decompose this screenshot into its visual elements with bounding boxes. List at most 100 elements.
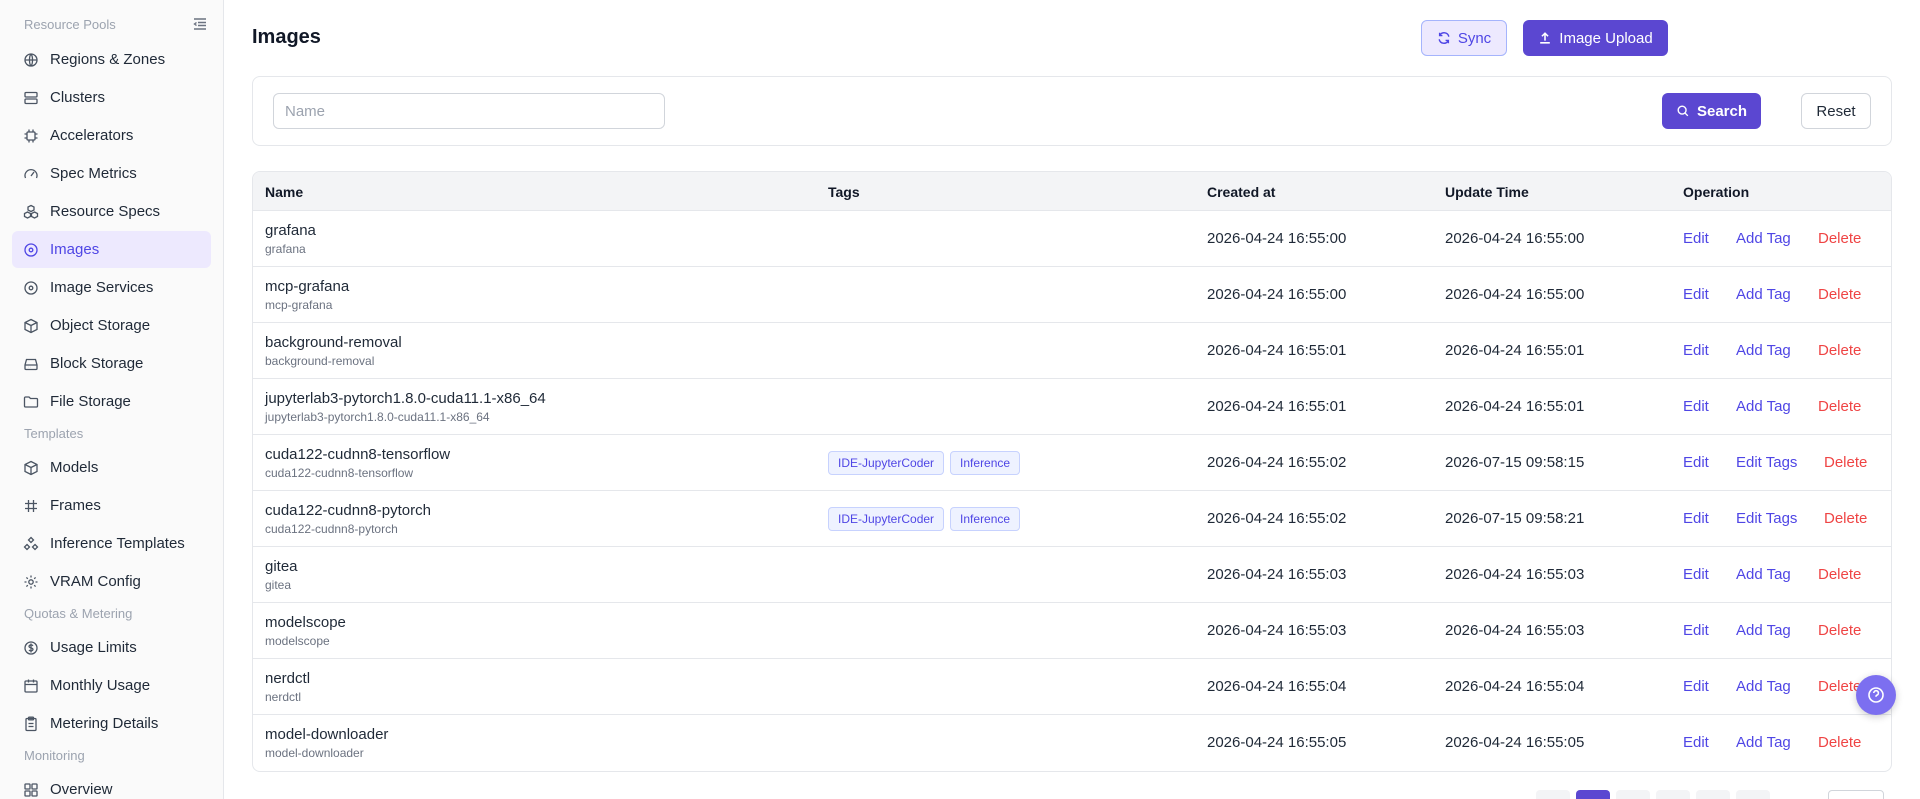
update-time: 2026-07-15 09:58:21 [1445,510,1585,527]
update-time: 2026-04-24 16:55:00 [1445,286,1585,303]
sidebar-item-images[interactable]: Images [12,231,211,268]
add-tag-button[interactable]: Add Tag [1736,734,1791,751]
search-label: Search [1696,102,1748,120]
add-tag-button[interactable]: Add Tag [1736,342,1791,359]
delete-button[interactable]: Delete [1818,230,1861,247]
edit-button[interactable]: Edit [1683,454,1709,471]
globe-icon [23,52,39,68]
edit-tags-button[interactable]: Edit Tags [1736,510,1797,527]
pagination-size-select[interactable] [1828,790,1884,799]
add-tag-button[interactable]: Add Tag [1736,398,1791,415]
sidebar-item-label: Clusters [50,89,106,106]
sidebar-item-clusters[interactable]: Clusters [12,79,211,116]
sidebar-item-accelerators[interactable]: Accelerators [12,117,211,154]
pagination-next-button[interactable] [1736,790,1770,799]
sidebar-item-spec-metrics[interactable]: Spec Metrics [12,155,211,192]
created-at: 2026-04-24 16:55:03 [1207,622,1347,639]
tag-list: IDE-JupyterCoder Inference [828,451,1021,475]
image-subname: background-removal [265,354,375,368]
edit-button[interactable]: Edit [1683,398,1709,415]
delete-button[interactable]: Delete [1824,510,1867,527]
sidebar-item-frames[interactable]: Frames [12,487,211,524]
sidebar-item-block-storage[interactable]: Block Storage [12,345,211,382]
table-header: Name Tags Created at Update Time Operati… [253,172,1891,211]
edit-button[interactable]: Edit [1683,230,1709,247]
delete-button[interactable]: Delete [1818,566,1861,583]
disc-icon [23,280,39,296]
tag-badge: Inference [950,451,1021,475]
sidebar-item-models[interactable]: Models [12,449,211,486]
reset-button[interactable]: Reset [1801,93,1871,129]
coin-icon [23,640,39,656]
table-row: mcp-grafana mcp-grafana 2026-04-24 16:55:0… [253,267,1891,323]
search-button[interactable]: Search [1662,93,1761,129]
edit-button[interactable]: Edit [1683,342,1709,359]
sidebar-item-regions-zones[interactable]: Regions & Zones [12,41,211,78]
edit-button[interactable]: Edit [1683,286,1709,303]
edit-button[interactable]: Edit [1683,566,1709,583]
sidebar-item-label: File Storage [50,393,131,410]
sync-button[interactable]: Sync [1421,20,1507,56]
edit-button[interactable]: Edit [1683,622,1709,639]
box-icon [23,460,39,476]
disc-icon [23,242,39,258]
created-at: 2026-04-24 16:55:01 [1207,398,1347,415]
created-at: 2026-04-24 16:55:02 [1207,454,1347,471]
gauge-icon [23,166,39,182]
add-tag-button[interactable]: Add Tag [1736,566,1791,583]
sidebar-collapse-icon[interactable] [192,16,208,32]
pagination-page-current[interactable] [1576,790,1610,799]
image-upload-button[interactable]: Image Upload [1523,20,1668,56]
tag-badge: Inference [950,507,1021,531]
pagination-page[interactable] [1616,790,1650,799]
delete-button[interactable]: Delete [1818,622,1861,639]
pagination-prev-button[interactable] [1536,790,1570,799]
help-button[interactable] [1856,675,1896,715]
delete-button[interactable]: Delete [1818,286,1861,303]
created-at: 2026-04-24 16:55:02 [1207,510,1347,527]
refresh-icon [1438,32,1450,44]
edit-button[interactable]: Edit [1683,510,1709,527]
delete-button[interactable]: Delete [1818,398,1861,415]
delete-button[interactable]: Delete [1824,454,1867,471]
sidebar-item-label: Overview [50,781,113,798]
sidebar-item-file-storage[interactable]: File Storage [12,383,211,420]
created-at: 2026-04-24 16:55:00 [1207,230,1347,247]
sidebar-item-image-services[interactable]: Image Services [12,269,211,306]
column-header-created: Created at [1207,184,1276,200]
add-tag-button[interactable]: Add Tag [1736,230,1791,247]
sidebar-item-usage-limits[interactable]: Usage Limits [12,629,211,666]
delete-button[interactable]: Delete [1818,678,1861,695]
sidebar-item-overview[interactable]: Overview [12,771,211,799]
sidebar-item-resource-specs[interactable]: Resource Specs [12,193,211,230]
sidebar-group-resource-pools: Resource Pools [24,17,116,32]
image-name: grafana [265,222,316,239]
column-header-operation: Operation [1683,184,1750,200]
edit-tags-button[interactable]: Edit Tags [1736,454,1797,471]
server-icon [23,90,39,106]
sidebar-item-monthly-usage[interactable]: Monthly Usage [12,667,211,704]
gear-icon [23,574,39,590]
pagination-page[interactable] [1696,790,1730,799]
sidebar-item-vram-config[interactable]: VRAM Config [12,563,211,600]
add-tag-button[interactable]: Add Tag [1736,286,1791,303]
delete-button[interactable]: Delete [1818,734,1861,751]
name-filter-input[interactable] [273,93,665,129]
table-row: nerdctl nerdctl 2026-04-24 16:55:04 2026-04… [253,659,1891,715]
delete-button[interactable]: Delete [1818,342,1861,359]
workflow-icon [23,536,39,552]
filter-card [252,76,1892,146]
sidebar-item-metering-details[interactable]: Metering Details [12,705,211,742]
edit-button[interactable]: Edit [1683,678,1709,695]
update-time: 2026-04-24 16:55:03 [1445,622,1585,639]
sidebar-item-label: Inference Templates [50,535,185,552]
add-tag-button[interactable]: Add Tag [1736,678,1791,695]
sidebar-item-object-storage[interactable]: Object Storage [12,307,211,344]
pagination-page[interactable] [1656,790,1690,799]
edit-button[interactable]: Edit [1683,734,1709,751]
created-at: 2026-04-24 16:55:05 [1207,734,1347,751]
sidebar-item-inference-templates[interactable]: Inference Templates [12,525,211,562]
image-subname: nerdctl [265,690,302,704]
sidebar-item-label: Images [50,241,100,258]
add-tag-button[interactable]: Add Tag [1736,622,1791,639]
